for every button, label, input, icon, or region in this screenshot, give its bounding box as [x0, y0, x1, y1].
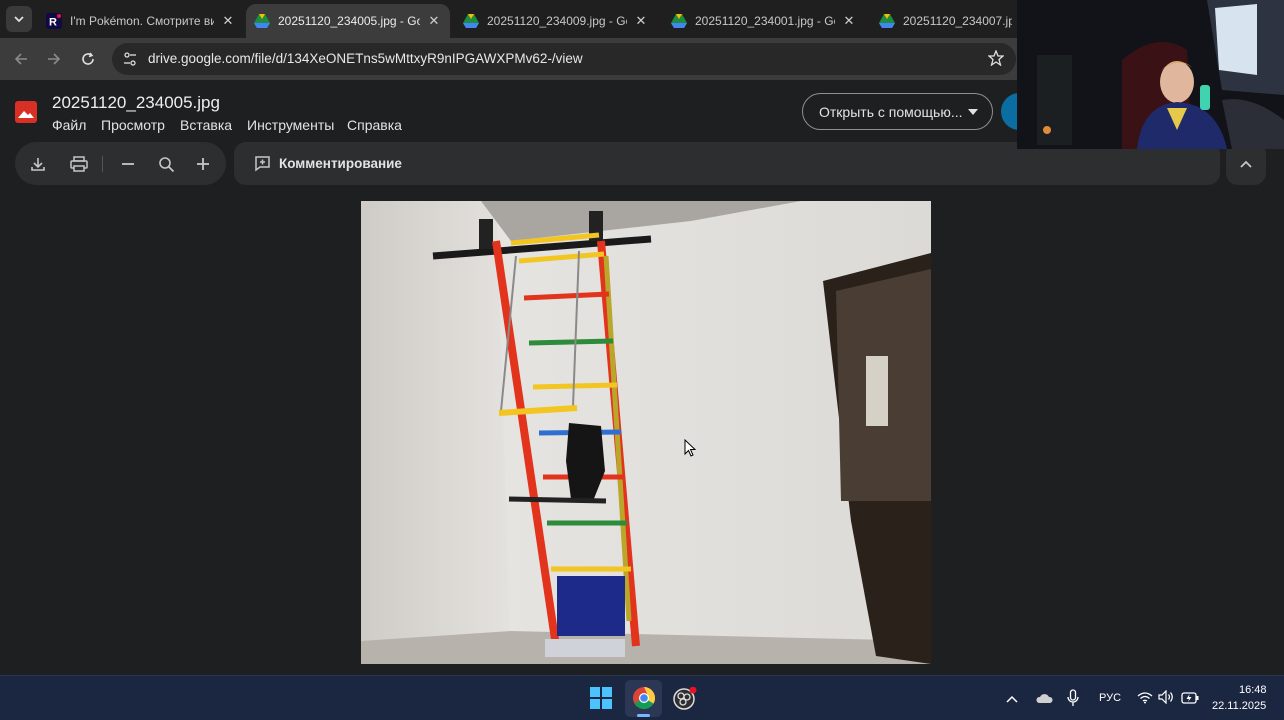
download-icon[interactable] [27, 153, 49, 175]
close-icon[interactable]: ✕ [220, 13, 236, 29]
address-bar[interactable]: drive.google.com/file/d/134XeONETns5wMtt… [112, 43, 1016, 75]
viewer-toolbar [15, 142, 226, 185]
reload-button[interactable] [77, 48, 99, 70]
menu-view[interactable]: Просмотр [101, 117, 165, 133]
bookmark-star-icon[interactable] [987, 49, 1005, 71]
svg-text:R: R [49, 17, 57, 29]
tab-drive-234001[interactable]: 20251120_234001.jpg - Goo ✕ [663, 4, 865, 38]
tab-title: 20251120_234009.jpg - Goo [487, 14, 627, 28]
microphone-icon[interactable] [1067, 689, 1079, 712]
onedrive-icon[interactable] [1035, 691, 1053, 709]
google-drive-icon [463, 13, 479, 29]
webcam-overlay [1017, 0, 1284, 149]
clock-time[interactable]: 16:48 [1239, 684, 1267, 696]
wall-bars-photo [361, 201, 931, 664]
tab-drive-234005[interactable]: 20251120_234005.jpg - Goo ✕ [246, 4, 450, 38]
menu-help[interactable]: Справка [347, 117, 402, 133]
close-icon[interactable]: ✕ [841, 13, 857, 29]
chevron-down-icon [14, 16, 24, 23]
clock-date[interactable]: 22.11.2025 [1212, 700, 1266, 712]
mouse-cursor-icon [684, 439, 696, 457]
tray-overflow-icon[interactable] [1006, 691, 1018, 709]
tab-strip: R I'm Pokémon. Смотрите вид ✕ 20251120_2… [0, 0, 1020, 38]
url-text: drive.google.com/file/d/134XeONETns5wMtt… [148, 51, 583, 66]
obs-icon[interactable] [673, 686, 697, 716]
active-indicator [637, 714, 650, 717]
tab-drive-234007[interactable]: 20251120_234007.jpg - [871, 4, 1020, 38]
zoom-icon[interactable] [155, 153, 177, 175]
tab-title: 20251120_234007.jpg - [903, 14, 1012, 28]
tab-title: 20251120_234001.jpg - Goo [695, 14, 835, 28]
close-icon[interactable]: ✕ [633, 13, 649, 29]
webcam-video [1017, 0, 1284, 149]
menu-insert[interactable]: Вставка [180, 117, 232, 133]
google-drive-icon [671, 13, 687, 29]
back-button[interactable] [10, 48, 32, 70]
wifi-icon[interactable] [1137, 691, 1153, 709]
comment-label: Комментирование [279, 156, 402, 171]
file-name: 20251120_234005.jpg [52, 93, 220, 112]
arrow-left-icon [14, 53, 27, 65]
chrome-taskbar-button[interactable] [625, 680, 662, 717]
tab-search-button[interactable] [6, 6, 32, 32]
open-with-label: Открыть с помощью... [819, 103, 963, 120]
tab-rutube[interactable]: R I'm Pokémon. Смотрите вид ✕ [38, 4, 244, 38]
navigation-bar: drive.google.com/file/d/134XeONETns5wMtt… [0, 38, 1020, 80]
tab-drive-234009[interactable]: 20251120_234009.jpg - Goo ✕ [455, 4, 657, 38]
forward-button[interactable] [43, 48, 65, 70]
image-preview[interactable] [361, 201, 931, 664]
menu-tools[interactable]: Инструменты [247, 117, 334, 133]
tab-title: I'm Pokémon. Смотрите вид [70, 14, 214, 28]
open-with-button[interactable]: Открыть с помощью... [802, 93, 993, 130]
menu-file[interactable]: Файл [52, 117, 86, 133]
windows-start-icon[interactable] [590, 687, 612, 714]
image-file-icon [15, 101, 37, 123]
close-icon[interactable]: ✕ [426, 13, 442, 29]
chevron-up-icon [1240, 160, 1252, 168]
rutube-icon: R [46, 13, 62, 29]
reload-icon [82, 52, 94, 65]
google-drive-icon [879, 13, 895, 29]
tab-title: 20251120_234005.jpg - Goo [278, 14, 420, 28]
zoom-in-icon[interactable] [192, 153, 214, 175]
volume-icon[interactable] [1158, 689, 1174, 709]
zoom-out-icon[interactable] [117, 153, 139, 175]
site-info-icon[interactable] [122, 51, 138, 72]
dropdown-caret-icon [968, 109, 978, 115]
add-comment-icon [254, 155, 271, 177]
taskbar: РУС 16:48 22.11.2025 [0, 675, 1284, 720]
chrome-icon [633, 687, 655, 709]
battery-charging-icon[interactable] [1181, 691, 1199, 709]
google-drive-icon [254, 13, 270, 29]
divider [102, 156, 103, 172]
print-icon[interactable] [68, 153, 90, 175]
arrow-right-icon [48, 53, 61, 65]
language-indicator[interactable]: РУС [1099, 692, 1121, 704]
